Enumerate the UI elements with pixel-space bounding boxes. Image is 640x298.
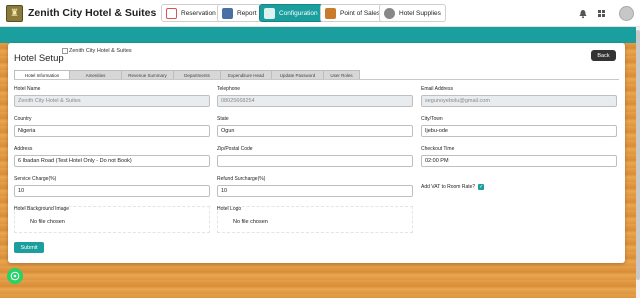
tab-divider xyxy=(14,79,619,80)
bell-icon[interactable] xyxy=(578,9,588,19)
hotel-logo-icon: ♜ xyxy=(6,4,23,22)
country-label: Country xyxy=(14,116,32,122)
zip-input[interactable] xyxy=(217,155,413,167)
address-label: Address xyxy=(14,146,33,152)
checkout-label: Checkout Time xyxy=(421,146,455,152)
supplies-icon xyxy=(384,7,395,19)
logo-field: Hotel Logo No file chosen xyxy=(217,206,413,225)
vat-label: Add VAT to Room Rate? xyxy=(421,184,476,190)
whatsapp-icon xyxy=(10,271,20,281)
telephone-field: Telephone 08025668254 xyxy=(217,86,413,107)
config-icon xyxy=(264,7,275,19)
nav-configuration-button[interactable]: Configuration xyxy=(259,4,323,22)
address-field: Address 6 Ibadan Road (Test Hotel Only -… xyxy=(14,146,210,167)
state-input[interactable]: Ogun xyxy=(217,125,413,137)
nav-label: Configuration xyxy=(279,9,318,17)
top-navbar: ♜ Zenith City Hotel & Suites Reservation… xyxy=(0,0,640,27)
vat-checkbox[interactable]: ✓ xyxy=(478,184,485,190)
brand[interactable]: ♜ Zenith City Hotel & Suites xyxy=(6,4,156,22)
checkout-input[interactable]: 02:00 PM xyxy=(421,155,617,167)
calendar-icon xyxy=(166,7,177,19)
user-avatar[interactable] xyxy=(619,6,634,21)
city-field: City/Town Ijebu-ode xyxy=(421,116,617,137)
apps-grid-icon[interactable] xyxy=(598,10,605,17)
zip-field: Zip/Postal Code xyxy=(217,146,413,167)
country-input[interactable]: Nigeria xyxy=(14,125,210,137)
nav-label: Hotel Supplies xyxy=(399,9,441,17)
logo-file-input[interactable]: No file chosen xyxy=(217,219,413,225)
refund-input[interactable]: 10 xyxy=(217,185,413,197)
whatsapp-button[interactable] xyxy=(7,268,23,284)
brand-name: Zenith City Hotel & Suites xyxy=(28,7,157,19)
email-input[interactable]: segunoyebolu@gmail.com xyxy=(421,95,617,107)
state-label: State xyxy=(217,116,229,122)
bg-image-field: Hotel Background Image No file chosen xyxy=(14,206,210,225)
email-field: Email Address segunoyebolu@gmail.com xyxy=(421,86,617,107)
nav-label: Report xyxy=(237,9,257,17)
nav-label: Point of Sales xyxy=(340,9,381,17)
logo-label: Hotel Logo xyxy=(217,206,242,212)
nav-label: Reservation xyxy=(181,9,216,17)
address-input[interactable]: 6 Ibadan Road (Test Hotel Only - Do not … xyxy=(14,155,210,167)
nav-supplies-button[interactable]: Hotel Supplies xyxy=(379,4,446,22)
bg-image-file-input[interactable]: No file chosen xyxy=(14,219,210,225)
nav-pos-button[interactable]: Point of Sales xyxy=(320,4,386,22)
refund-field: Refund Surcharge(%) 10 xyxy=(217,176,413,197)
report-icon xyxy=(222,7,233,19)
pos-icon xyxy=(325,7,336,19)
page-title: Hotel Setup xyxy=(14,53,64,64)
submit-button[interactable]: Submit xyxy=(14,242,44,253)
hotel-name-label: Hotel Name xyxy=(14,86,41,92)
refund-label: Refund Surcharge(%) xyxy=(217,176,266,182)
telephone-input[interactable]: 08025668254 xyxy=(217,95,413,107)
city-input[interactable]: Ijebu-ode xyxy=(421,125,617,137)
hotel-name-field: Hotel Name Zenith City Hotel & Suites xyxy=(14,86,210,107)
page-scrollbar-thumb[interactable] xyxy=(636,30,640,280)
back-button[interactable]: Back xyxy=(591,50,616,61)
bg-image-label: Hotel Background Image xyxy=(14,206,70,212)
title-image-alt: Zenith City Hotel & Suites xyxy=(69,48,132,54)
nav-reservation-button[interactable]: Reservation xyxy=(161,4,221,22)
hotel-name-input[interactable]: Zenith City Hotel & Suites xyxy=(14,95,210,107)
country-field: Country Nigeria xyxy=(14,116,210,137)
hotel-title-image: Zenith City Hotel & Suites xyxy=(62,48,132,54)
nav-report-button[interactable]: Report xyxy=(217,4,262,22)
service-charge-label: Service Charge(%) xyxy=(14,176,57,182)
service-charge-input[interactable]: 10 xyxy=(14,185,210,197)
hotel-setup-card: Hotel Setup Zenith City Hotel & Suites B… xyxy=(8,43,625,263)
vat-option: Add VAT to Room Rate? ✓ xyxy=(421,184,485,190)
service-charge-field: Service Charge(%) 10 xyxy=(14,176,210,197)
state-field: State Ogun xyxy=(217,116,413,137)
city-label: City/Town xyxy=(421,116,443,122)
zip-label: Zip/Postal Code xyxy=(217,146,253,152)
telephone-label: Telephone xyxy=(217,86,241,92)
email-label: Email Address xyxy=(421,86,453,92)
header-band xyxy=(0,27,640,43)
checkout-field: Checkout Time 02:00 PM xyxy=(421,146,617,167)
broken-image-icon xyxy=(62,48,68,54)
